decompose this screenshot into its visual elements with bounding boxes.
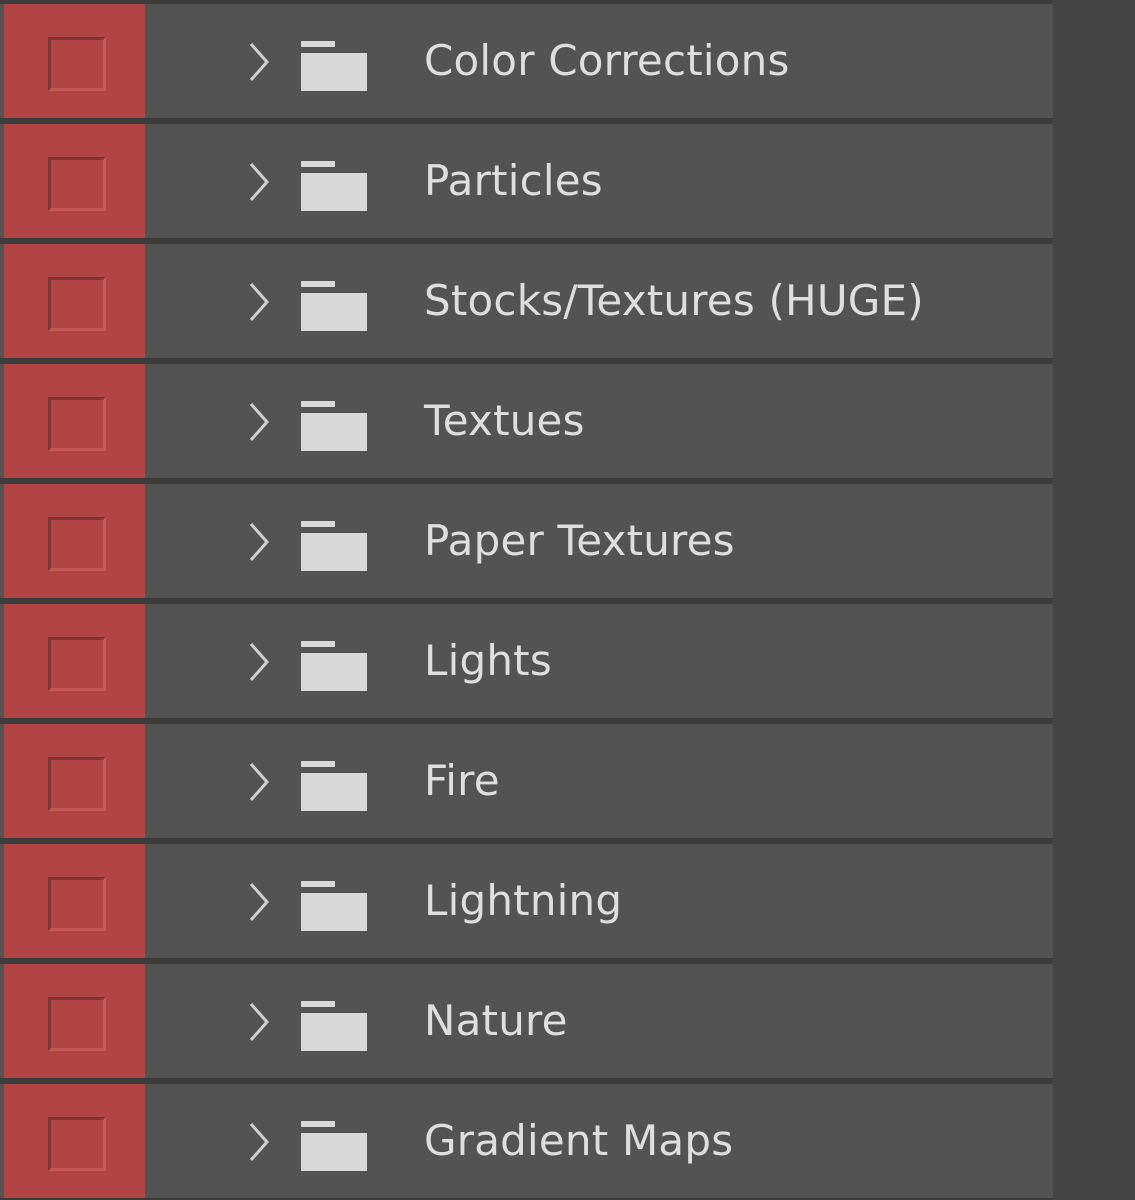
layer-group-row[interactable]: Stocks/Textures (HUGE)	[0, 244, 1053, 358]
layer-group-row[interactable]: Textues	[0, 364, 1053, 478]
visibility-toggle[interactable]	[4, 124, 145, 238]
layer-group-label: Textues	[424, 396, 585, 445]
layer-group-row[interactable]: Gradient Maps	[0, 1084, 1053, 1198]
layer-group-label: Paper Textures	[424, 516, 735, 565]
folder-icon	[299, 399, 369, 453]
folder-icon	[299, 879, 369, 933]
layer-group-row[interactable]: Lightning	[0, 844, 1053, 958]
visibility-checkbox[interactable]	[48, 757, 106, 811]
visibility-toggle[interactable]	[4, 724, 145, 838]
layer-group-list: Color Corrections Particles Stocks/Textu…	[0, 0, 1053, 1200]
layer-group-row[interactable]: Lights	[0, 604, 1053, 718]
chevron-right-icon[interactable]	[247, 162, 271, 202]
visibility-toggle[interactable]	[4, 4, 145, 118]
visibility-checkbox[interactable]	[48, 1117, 106, 1171]
chevron-right-icon[interactable]	[247, 882, 271, 922]
visibility-checkbox[interactable]	[48, 517, 106, 571]
layer-group-row[interactable]: Color Corrections	[0, 4, 1053, 118]
folder-icon	[299, 639, 369, 693]
visibility-checkbox[interactable]	[48, 997, 106, 1051]
panel-scroll-gutter[interactable]	[1053, 0, 1135, 1200]
layer-group-label: Color Corrections	[424, 36, 790, 85]
visibility-toggle[interactable]	[4, 364, 145, 478]
layer-group-row[interactable]: Paper Textures	[0, 484, 1053, 598]
folder-icon	[299, 759, 369, 813]
visibility-checkbox[interactable]	[48, 877, 106, 931]
visibility-checkbox[interactable]	[48, 37, 106, 91]
layer-group-row[interactable]: Fire	[0, 724, 1053, 838]
folder-icon	[299, 279, 369, 333]
folder-icon	[299, 1119, 369, 1173]
layer-group-label: Stocks/Textures (HUGE)	[424, 276, 924, 325]
chevron-right-icon[interactable]	[247, 282, 271, 322]
layer-group-label: Gradient Maps	[424, 1116, 734, 1165]
layer-group-label: Particles	[424, 156, 603, 205]
layer-group-label: Fire	[424, 756, 500, 805]
visibility-toggle[interactable]	[4, 964, 145, 1078]
layers-panel: Color Corrections Particles Stocks/Textu…	[0, 0, 1135, 1200]
chevron-right-icon[interactable]	[247, 1002, 271, 1042]
layer-group-label: Lights	[424, 636, 552, 685]
chevron-right-icon[interactable]	[247, 642, 271, 682]
visibility-toggle[interactable]	[4, 1084, 145, 1198]
visibility-checkbox[interactable]	[48, 397, 106, 451]
chevron-right-icon[interactable]	[247, 402, 271, 442]
visibility-toggle[interactable]	[4, 244, 145, 358]
chevron-right-icon[interactable]	[247, 762, 271, 802]
chevron-right-icon[interactable]	[247, 1122, 271, 1162]
folder-icon	[299, 519, 369, 573]
visibility-checkbox[interactable]	[48, 277, 106, 331]
visibility-toggle[interactable]	[4, 844, 145, 958]
folder-icon	[299, 159, 369, 213]
chevron-right-icon[interactable]	[247, 42, 271, 82]
layer-group-label: Nature	[424, 996, 568, 1045]
folder-icon	[299, 999, 369, 1053]
layer-group-label: Lightning	[424, 876, 623, 925]
visibility-toggle[interactable]	[4, 484, 145, 598]
chevron-right-icon[interactable]	[247, 522, 271, 562]
layer-group-row[interactable]: Nature	[0, 964, 1053, 1078]
folder-icon	[299, 39, 369, 93]
visibility-checkbox[interactable]	[48, 157, 106, 211]
layer-group-row[interactable]: Particles	[0, 124, 1053, 238]
visibility-checkbox[interactable]	[48, 637, 106, 691]
visibility-toggle[interactable]	[4, 604, 145, 718]
